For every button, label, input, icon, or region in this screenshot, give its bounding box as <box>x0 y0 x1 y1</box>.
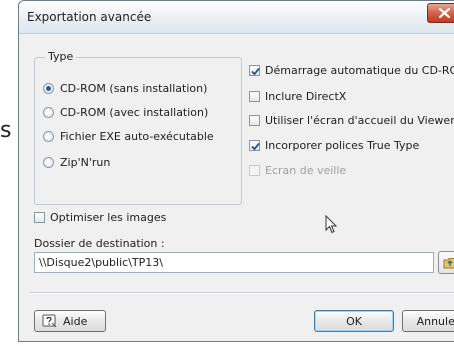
checkbox[interactable] <box>249 90 260 102</box>
checkbox[interactable] <box>249 114 260 126</box>
help-icon <box>42 314 57 328</box>
destination-label: Dossier de destination : <box>34 237 165 250</box>
help-button[interactable]: Aide <box>34 310 106 332</box>
type-group-legend: Type <box>45 50 77 63</box>
radio-button[interactable] <box>43 130 54 142</box>
ok-button[interactable]: OK <box>314 310 394 332</box>
checkbox-label: Optimiser les images <box>50 210 167 224</box>
dialog-title: Exportation avancée <box>27 10 152 24</box>
radio-button[interactable] <box>43 82 54 94</box>
radio-button[interactable] <box>43 156 54 168</box>
checkbox-label: Incorporer polices True Type <box>265 138 420 152</box>
radio-button[interactable] <box>43 106 54 118</box>
background-text-fragment: s <box>0 118 12 143</box>
radio-label: Fichier EXE auto-exécutable <box>60 129 214 143</box>
checkmark-icon <box>251 67 260 75</box>
title-bar[interactable]: Exportation avancée <box>19 1 454 34</box>
cancel-button[interactable]: Annuler <box>402 310 454 332</box>
help-button-label: Aide <box>63 314 88 328</box>
checkmark-icon <box>251 142 260 150</box>
checkbox-viewer-splash[interactable]: Utiliser l'écran d'accueil du Viewer <box>249 112 454 128</box>
checkbox-label: Inclure DirectX <box>265 89 347 103</box>
folder-browse-icon <box>443 258 454 269</box>
checkbox-label: Ecran de veille <box>265 163 347 177</box>
browse-button[interactable] <box>438 251 454 274</box>
checkbox-truetype[interactable]: Incorporer polices True Type <box>249 137 419 153</box>
cancel-button-label: Annuler <box>416 314 454 328</box>
advanced-export-dialog: Exportation avancée Type CD-ROM (sans in… <box>18 0 454 342</box>
radio-cdrom-no-install[interactable]: CD-ROM (sans installation) <box>43 80 207 96</box>
close-icon <box>439 8 450 18</box>
footer-separator <box>29 292 454 294</box>
checkbox-label: Utiliser l'écran d'accueil du Viewer <box>265 113 454 127</box>
radio-label: Zip'N'run <box>60 155 111 169</box>
checkbox-directx[interactable]: Inclure DirectX <box>249 88 346 104</box>
radio-zipnrun[interactable]: Zip'N'run <box>43 154 110 170</box>
checkbox-screensaver: Ecran de veille <box>249 162 346 178</box>
checkbox-optimize-images[interactable]: Optimiser les images <box>34 209 166 225</box>
radio-label: CD-ROM (avec installation) <box>60 105 209 119</box>
checkbox[interactable] <box>34 211 45 223</box>
destination-path-field[interactable]: \\Disque2\public\TP13\ <box>34 252 434 273</box>
radio-exe[interactable]: Fichier EXE auto-exécutable <box>43 128 214 144</box>
ok-button-label: OK <box>346 314 362 328</box>
checkbox-autorun[interactable]: Démarrage automatique du CD-ROM <box>249 62 454 78</box>
radio-label: CD-ROM (sans installation) <box>60 81 208 95</box>
screen: s Exportation avancée Type CD-ROM (sans … <box>0 0 454 346</box>
mouse-cursor-icon <box>325 215 338 234</box>
type-groupbox: Type CD-ROM (sans installation) CD-ROM (… <box>34 50 242 205</box>
checkbox-label: Démarrage automatique du CD-ROM <box>265 63 454 77</box>
close-button[interactable] <box>427 3 454 23</box>
radio-cdrom-install[interactable]: CD-ROM (avec installation) <box>43 104 208 120</box>
checkbox <box>249 164 260 176</box>
checkbox[interactable] <box>249 139 260 151</box>
checkbox[interactable] <box>249 64 260 76</box>
